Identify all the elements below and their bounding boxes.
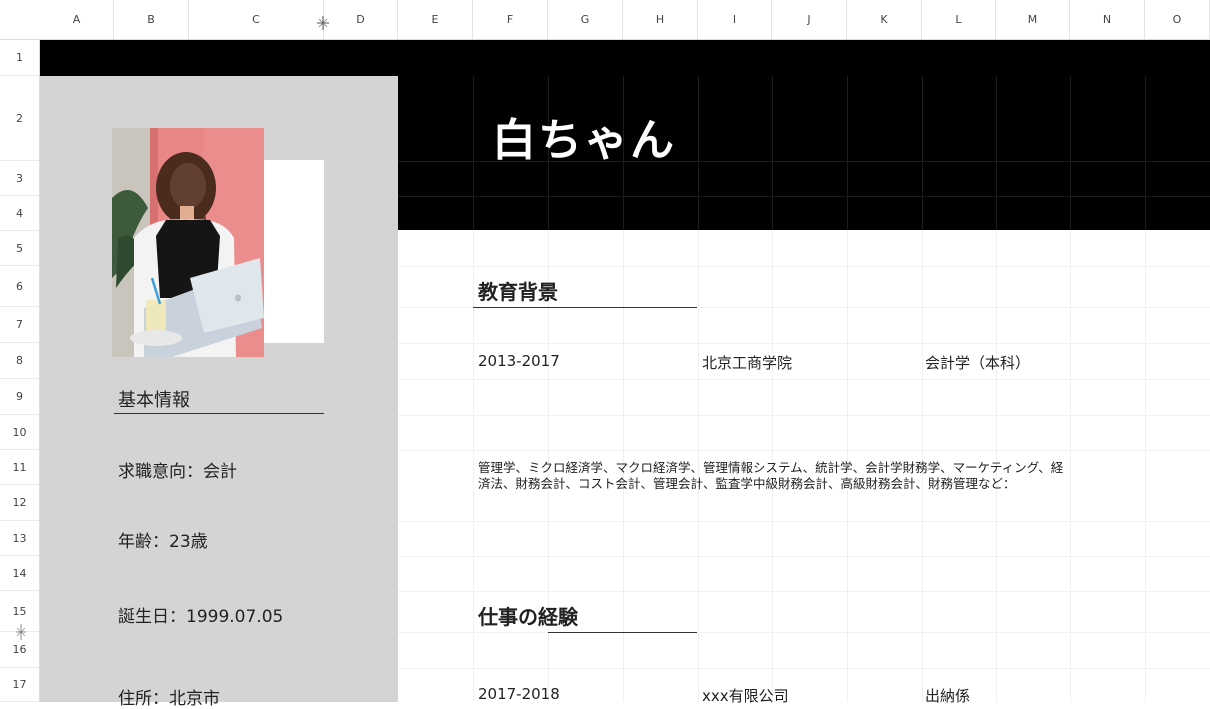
column-header-h[interactable]: H	[623, 0, 698, 39]
row-header-9[interactable]: 9	[0, 379, 39, 415]
photo-frame-accent	[264, 160, 324, 343]
profile-photo[interactable]	[112, 128, 264, 357]
column-header-g[interactable]: G	[548, 0, 623, 39]
column-header-c[interactable]: C	[189, 0, 324, 39]
row-header-17[interactable]: 17	[0, 668, 39, 702]
row-header-12[interactable]: 12	[0, 485, 39, 521]
row-header-5[interactable]: 5	[0, 231, 39, 266]
row-header-2[interactable]: 2	[0, 76, 39, 161]
column-header-a[interactable]: A	[40, 0, 114, 39]
row-header-13[interactable]: 13	[0, 521, 39, 556]
work-period[interactable]: 2017-2018	[478, 685, 560, 703]
header-black-band	[40, 40, 1210, 76]
age-text: 年齢：23歳	[118, 532, 208, 552]
person-at-laptop-photo	[112, 128, 264, 357]
basic-info-heading: 基本情報	[118, 390, 190, 411]
work-company[interactable]: xxx有限公司	[702, 685, 789, 706]
row-header-1[interactable]: 1	[0, 40, 39, 76]
row-header-4[interactable]: 4	[0, 196, 39, 231]
column-header-e[interactable]: E	[398, 0, 473, 39]
column-header-d[interactable]: D	[324, 0, 398, 39]
column-header-bar: A B C D E F G H I J K L M N O	[0, 0, 1210, 40]
row-header-3[interactable]: 3	[0, 161, 39, 196]
education-courses[interactable]: 管理学、ミクロ経済学、マクロ経済学、管理情報システム、統計学、会計学財務学、マー…	[478, 460, 1068, 492]
education-period[interactable]: 2013-2017	[478, 352, 560, 370]
education-major[interactable]: 会計学（本科）	[925, 352, 1030, 373]
education-heading: 教育背景	[478, 280, 558, 304]
row-header-bar: 1 2 3 4 5 6 7 8 9 10 11 12 13 14 15 16 1…	[0, 40, 40, 702]
column-header-k[interactable]: K	[847, 0, 922, 39]
row-header-7[interactable]: 7	[0, 307, 39, 343]
education-underline	[473, 307, 697, 308]
row-header-6[interactable]: 6	[0, 266, 39, 307]
address-text: 住所：北京市	[118, 689, 220, 709]
column-header-o[interactable]: O	[1145, 0, 1210, 39]
row-resize-icon[interactable]	[14, 623, 28, 641]
basic-info-underline	[114, 413, 324, 414]
birthday-text: 誕生日：1999.07.05	[118, 607, 284, 627]
resize-icon[interactable]	[314, 14, 332, 32]
column-header-f[interactable]: F	[473, 0, 548, 39]
resume-name-title: 白ちゃん	[492, 115, 676, 166]
column-header-i[interactable]: I	[698, 0, 772, 39]
row-header-8[interactable]: 8	[0, 343, 39, 379]
job-intention-text: 求職意向：会計	[118, 462, 237, 482]
column-header-b[interactable]: B	[114, 0, 189, 39]
row-header-14[interactable]: 14	[0, 556, 39, 591]
column-header-n[interactable]: N	[1070, 0, 1145, 39]
row-header-11[interactable]: 11	[0, 450, 39, 485]
work-heading: 仕事の経験	[478, 605, 578, 629]
column-header-l[interactable]: L	[922, 0, 996, 39]
work-position[interactable]: 出納係	[925, 685, 970, 706]
row-header-10[interactable]: 10	[0, 415, 39, 450]
column-header-j[interactable]: J	[772, 0, 847, 39]
work-underline	[548, 632, 697, 633]
education-school[interactable]: 北京工商学院	[702, 352, 792, 373]
column-header-m[interactable]: M	[996, 0, 1070, 39]
